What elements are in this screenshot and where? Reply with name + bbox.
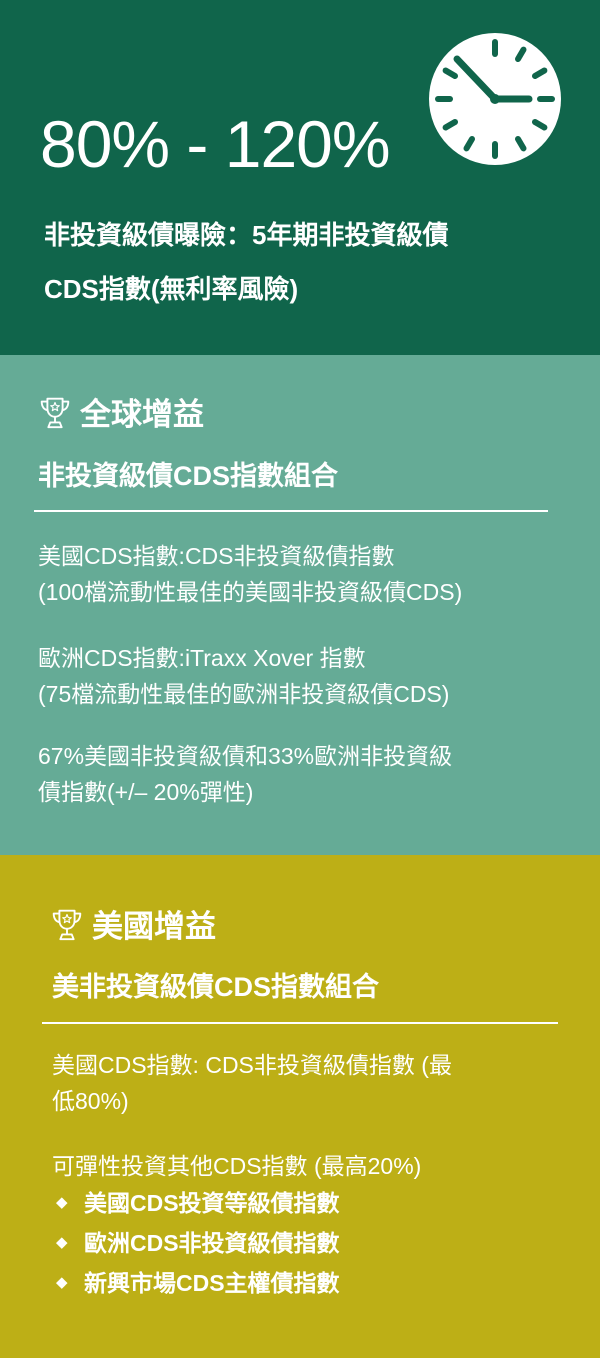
global-allocation-line2: 債指數(+/– 20%彈性) <box>38 779 254 805</box>
global-eu-index-line1: 歐洲CDS指數:iTraxx Xover 指數 <box>38 645 366 671</box>
global-divider <box>34 510 548 512</box>
global-section: 全球增益 非投資級債CDS指數組合 美國CDS指數:CDS非投資級債指數 (10… <box>0 355 600 855</box>
global-eu-index-line2: (75檔流動性最佳的歐洲非投資級債CDS) <box>38 681 450 707</box>
global-heading: 全球增益 <box>36 389 204 434</box>
us-heading-label: 美國增益 <box>92 909 216 944</box>
exposure-description-line1: 非投資級債曝險：5年期非投資級債 <box>44 220 449 250</box>
us-main-index-line2: 低80%) <box>52 1088 129 1114</box>
exposure-description-line2: CDS指數(無利率風險) <box>44 274 299 304</box>
global-us-index-line1: 美國CDS指數:CDS非投資級債指數 <box>38 543 395 569</box>
list-item: 美國CDS投資等級債指數 <box>56 1183 340 1223</box>
global-allocation: 67%美國非投資級債和33%歐洲非投資級 債指數(+/– 20%彈性) <box>38 738 578 810</box>
global-allocation-line1: 67%美國非投資級債和33%歐洲非投資級 <box>38 743 453 769</box>
us-main-index-line1: 美國CDS指數: CDS非投資級債指數 (最 <box>52 1052 452 1078</box>
us-divider <box>42 1022 558 1024</box>
global-us-index: 美國CDS指數:CDS非投資級債指數 (100檔流動性最佳的美國非投資級債CDS… <box>38 538 578 610</box>
trophy-icon <box>52 909 82 940</box>
global-heading-label: 全球增益 <box>80 397 204 432</box>
global-eu-index: 歐洲CDS指數:iTraxx Xover 指數 (75檔流動性最佳的歐洲非投資級… <box>38 640 578 712</box>
exposure-range: 80% - 120% <box>40 107 391 181</box>
exposure-section: 80% - 120% 非投資級債曝險：5年期非投資級債 CDS指數(無利率風險) <box>0 0 600 355</box>
trophy-icon <box>40 397 70 428</box>
us-subheading: 美非投資級債CDS指數組合 <box>52 972 380 1002</box>
us-heading: 美國增益 <box>48 901 216 946</box>
list-item: 歐洲CDS非投資級債指數 <box>56 1223 340 1263</box>
exposure-description: 非投資級債曝險：5年期非投資級債 CDS指數(無利率風險) <box>44 208 564 316</box>
list-item: 新興市場CDS主權債指數 <box>56 1263 340 1303</box>
us-flexible-allocation: 可彈性投資其他CDS指數 (最高20%) <box>52 1153 422 1179</box>
clock-icon <box>429 33 561 165</box>
us-main-index: 美國CDS指數: CDS非投資級債指數 (最 低80%) <box>52 1047 572 1119</box>
global-us-index-line2: (100檔流動性最佳的美國非投資級債CDS) <box>38 579 463 605</box>
us-section: 美國增益 美非投資級債CDS指數組合 美國CDS指數: CDS非投資級債指數 (… <box>0 855 600 1358</box>
global-subheading: 非投資級債CDS指數組合 <box>38 461 339 491</box>
us-flexible-list: 美國CDS投資等級債指數 歐洲CDS非投資級債指數 新興市場CDS主權債指數 <box>56 1183 340 1303</box>
